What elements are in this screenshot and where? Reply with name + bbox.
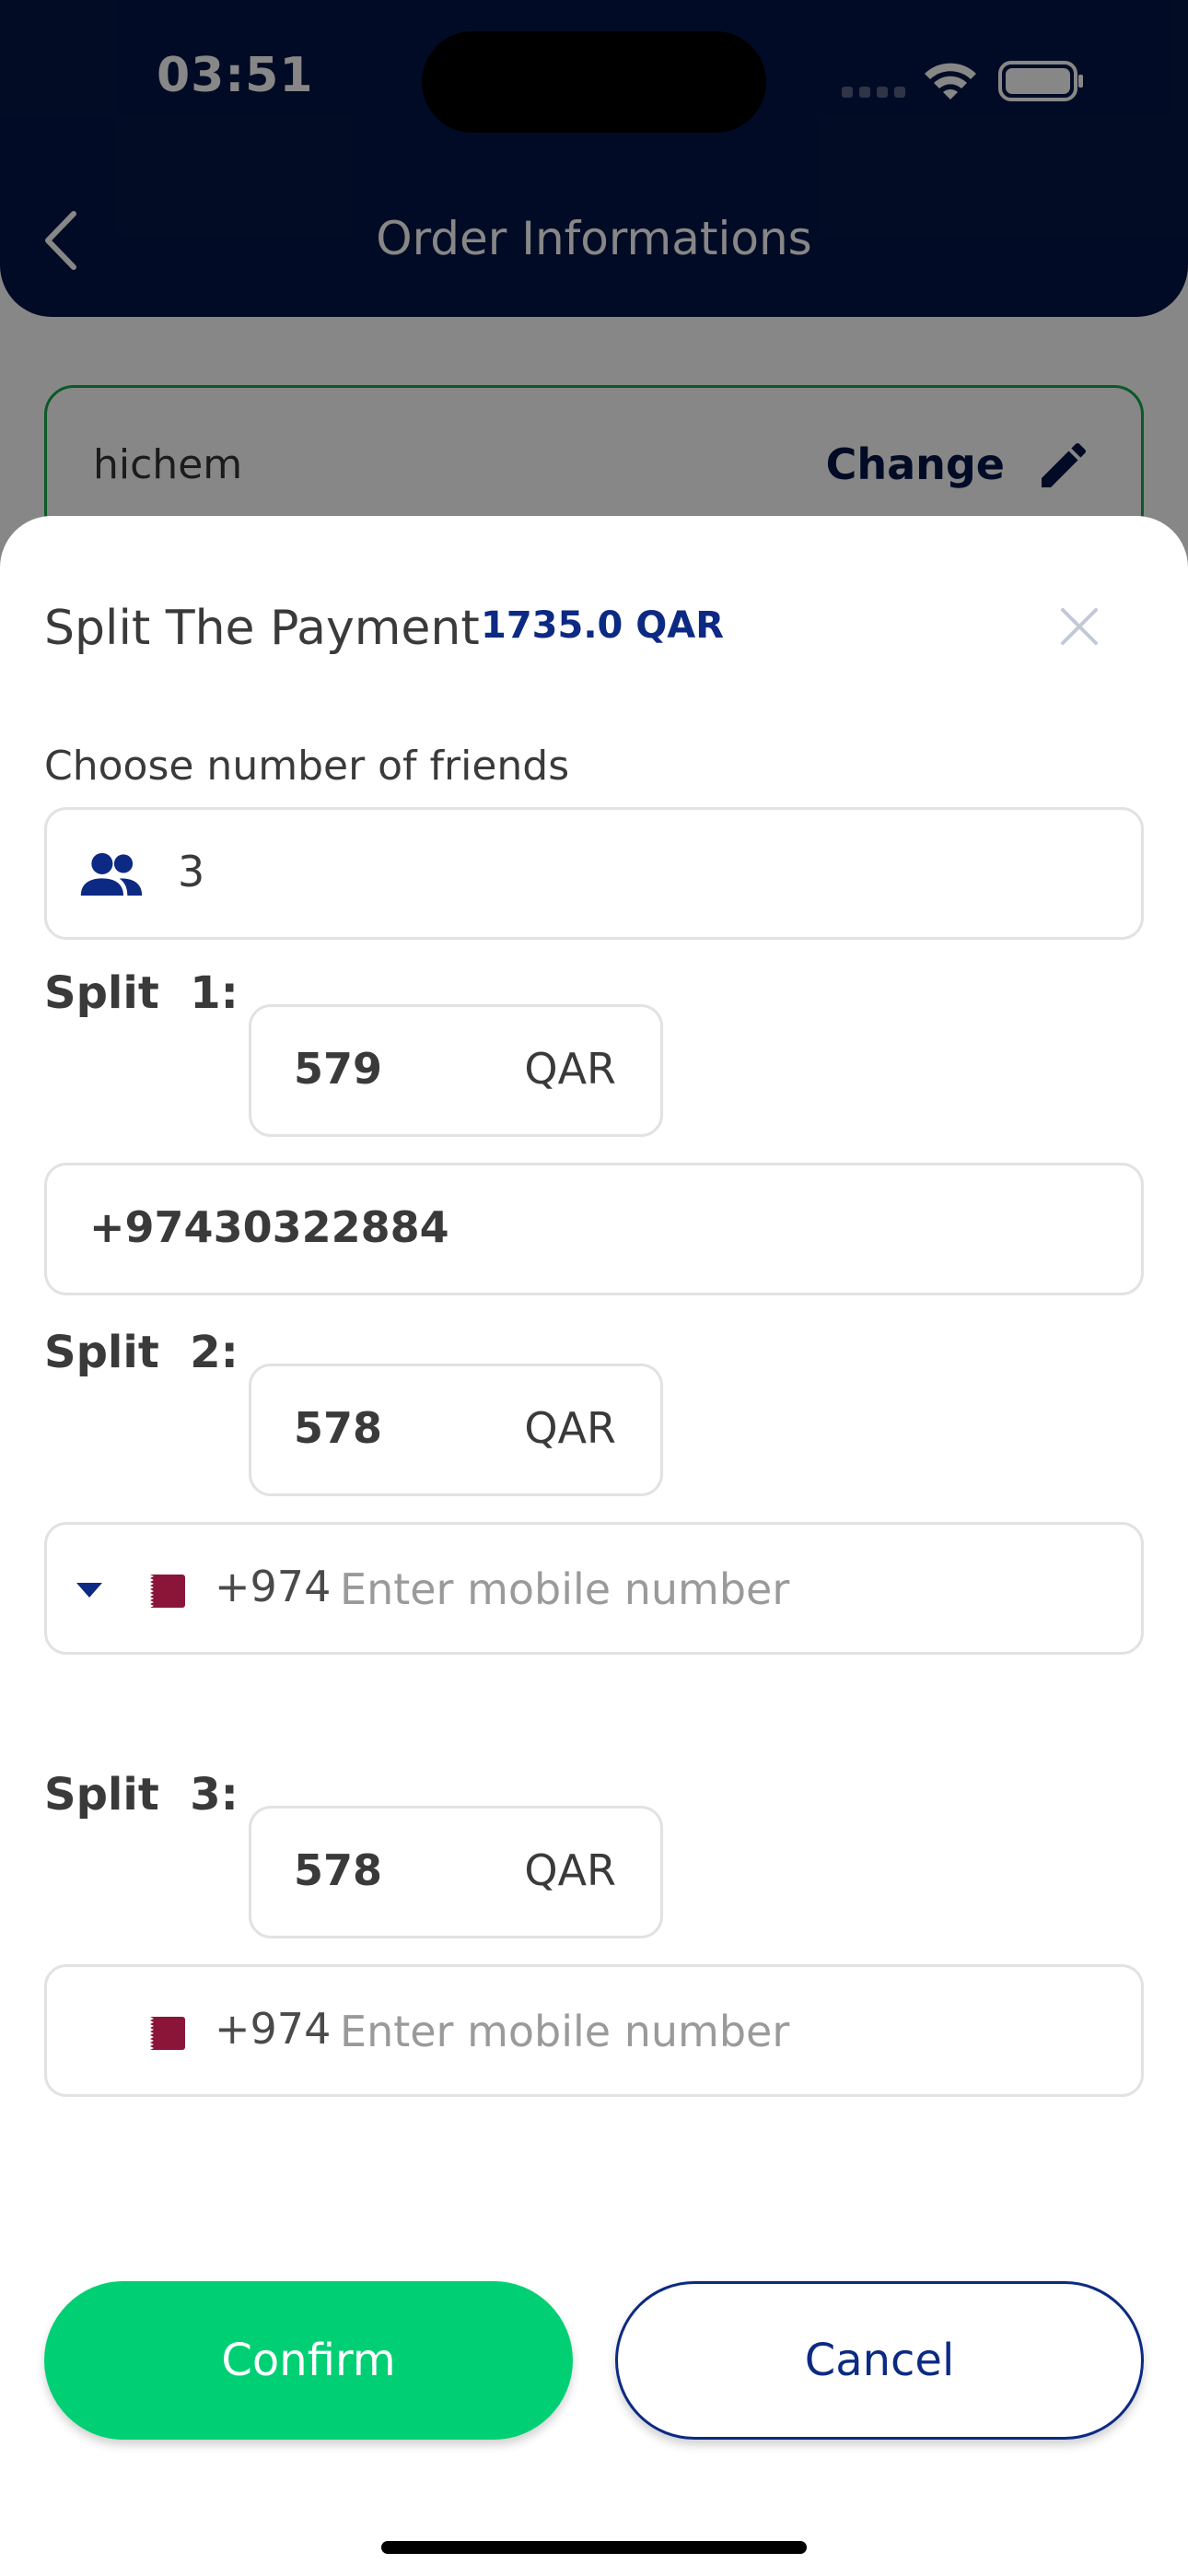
split-1-currency: QAR (524, 1044, 616, 1094)
friends-count-input[interactable]: 3 (44, 807, 1144, 940)
qatar-flag-icon (135, 1575, 185, 1608)
split-2-phone-field: +974 (44, 1522, 1144, 1655)
split-2-amount-input[interactable]: 578 QAR (249, 1364, 663, 1496)
confirm-button[interactable]: Confirm (44, 2281, 573, 2440)
people-icon (80, 852, 143, 896)
cancel-button[interactable]: Cancel (615, 2281, 1144, 2440)
friends-count-value: 3 (178, 847, 205, 896)
split-3-phone-field: +974 (44, 1964, 1144, 2097)
split-1-phone-input[interactable]: +97430322884 (44, 1163, 1144, 1295)
split-3-dial-code: +974 (215, 2004, 332, 2054)
split-2-label: Split 2: (44, 1327, 239, 1378)
split-3-label: Split 3: (44, 1769, 239, 1821)
friends-label: Choose number of friends (44, 743, 570, 790)
split-1-amount-input[interactable]: 579 QAR (249, 1004, 663, 1137)
split-1-phone-value: +97430322884 (89, 1202, 449, 1252)
split-3-amount-value: 578 (294, 1845, 383, 1895)
home-indicator (381, 2541, 807, 2554)
split-2-amount-value: 578 (294, 1403, 383, 1453)
split-3-amount-input[interactable]: 578 QAR (249, 1806, 663, 1938)
split-2-phone-input[interactable] (340, 1552, 1095, 1626)
caret-down-icon[interactable] (75, 1580, 104, 1600)
split-1-amount-value: 579 (294, 1044, 383, 1094)
split-2-dial-code: +974 (215, 1562, 332, 1611)
split-payment-sheet: Split The Payment 1735.0 QAR Choose numb… (0, 516, 1188, 2576)
split-3-phone-input[interactable] (340, 1995, 1095, 2068)
close-icon[interactable] (1054, 601, 1105, 652)
split-1-label: Split 1: (44, 967, 239, 1019)
split-2-currency: QAR (524, 1403, 616, 1453)
sheet-title: Split The Payment (44, 601, 480, 656)
split-3-currency: QAR (524, 1845, 616, 1895)
total-amount: 1735.0 QAR (481, 604, 725, 647)
qatar-flag-icon (135, 2017, 185, 2050)
